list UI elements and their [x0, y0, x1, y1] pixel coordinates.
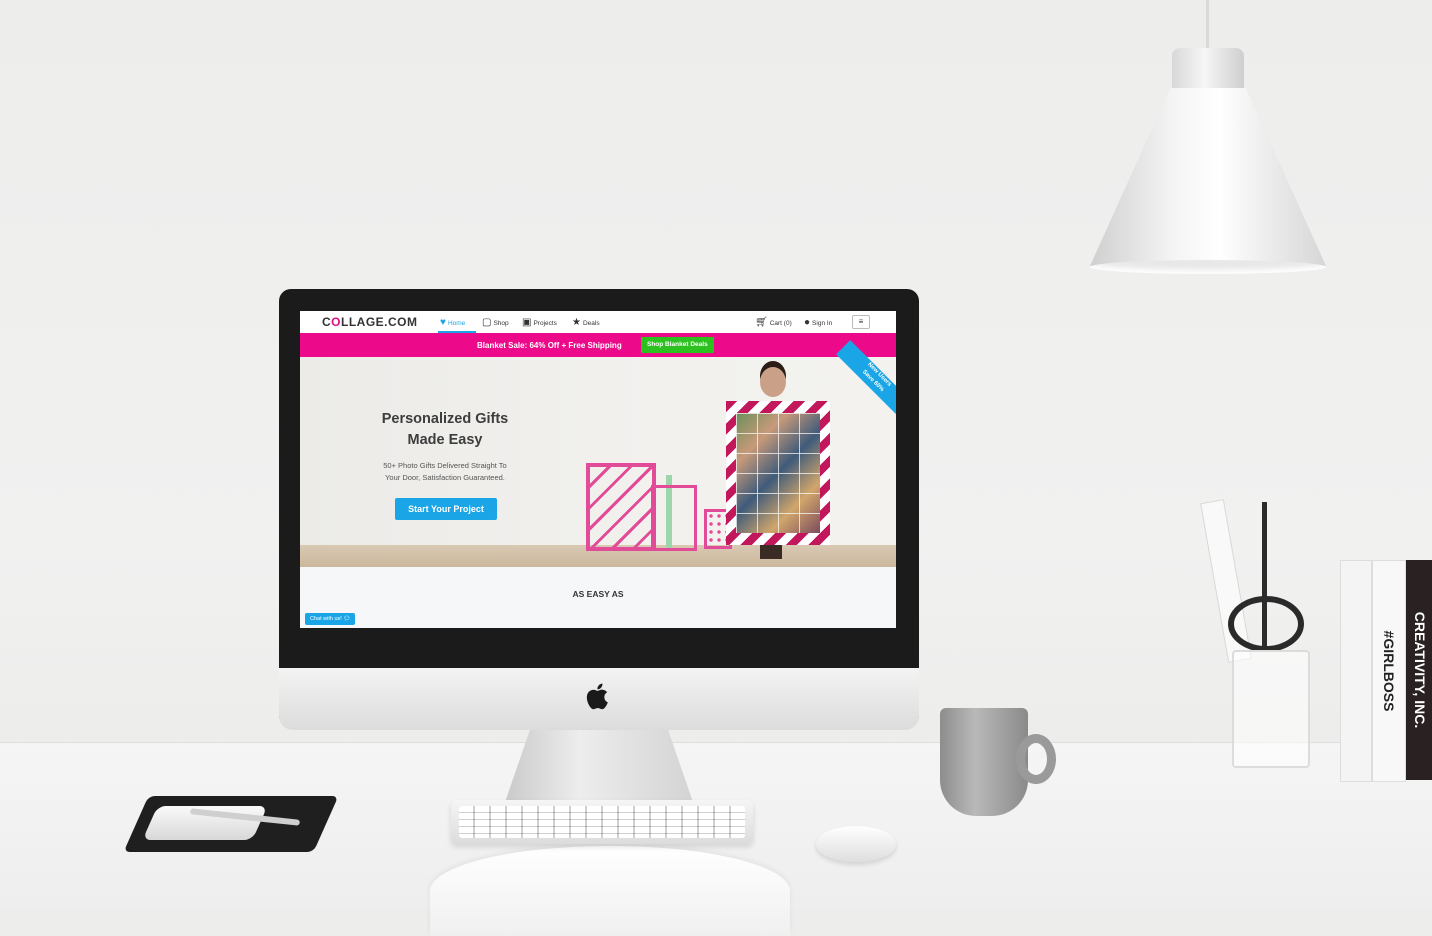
book-white: [1340, 560, 1372, 782]
section-title: AS EASY AS: [572, 589, 624, 599]
pen-holder-jar: [1232, 650, 1310, 768]
logo-highlight: O: [331, 315, 342, 329]
hero-title: Personalized Gifts Made Easy: [370, 409, 520, 451]
imac-stand: [503, 730, 695, 808]
book-girlboss: #GIRLBOSS: [1372, 560, 1406, 782]
coffee-mug: [940, 708, 1028, 816]
how-it-works-section: AS EASY AS: [300, 567, 896, 628]
star-icon: ★: [572, 317, 581, 328]
nav-deals[interactable]: ★ Deals: [572, 318, 600, 328]
book-title: CREATIVITY, INC.: [1412, 611, 1428, 729]
projects-icon: ▣: [522, 317, 532, 328]
logo-text: LLAGE.COM: [341, 315, 418, 329]
gift-box-striped: [586, 463, 656, 551]
gift-box-tall: [651, 485, 697, 551]
top-navigation: COLLAGE.COM ♥ Home ▢ Shop ▣ Projects ★ D…: [300, 311, 896, 333]
nav-label: Deals: [582, 319, 600, 327]
heart-icon: ♥: [440, 317, 446, 328]
browser-screen: COLLAGE.COM ♥ Home ▢ Shop ▣ Projects ★ D…: [300, 311, 896, 628]
chat-button[interactable]: Chat with us! 💬︎: [305, 613, 356, 625]
shop-blanket-deals-button[interactable]: Shop Blanket Deals: [641, 337, 714, 353]
user-icon: ●: [804, 317, 811, 328]
child-legs: [760, 545, 782, 559]
nav-projects[interactable]: ▣ Projects: [522, 318, 557, 328]
chat-label: Chat with us!: [310, 616, 342, 622]
hero-subtitle-line: Your Door, Satisfaction Guaranteed.: [385, 473, 505, 482]
book-creativity-inc: CREATIVITY, INC.: [1406, 560, 1432, 780]
mug-handle: [1016, 734, 1056, 784]
promo-text: Blanket Sale: 64% Off + Free Shipping: [477, 341, 622, 350]
scissors: [1228, 596, 1304, 652]
shop-icon: ▢: [482, 317, 492, 328]
keyboard: [451, 800, 753, 844]
hero-title-line: Personalized Gifts: [381, 411, 509, 427]
cart-label: Cart (0): [769, 319, 792, 327]
sign-in-label: Sign In: [812, 319, 833, 327]
nav-shop[interactable]: ▢ Shop: [482, 318, 509, 328]
chair-back: [430, 846, 790, 936]
lamp-cord: [1206, 0, 1209, 52]
nav-label: Shop: [493, 319, 509, 327]
child-photo: [760, 367, 786, 397]
lamp-rim: [1090, 260, 1326, 274]
pendant-lamp: [1090, 88, 1326, 266]
hamburger-menu-button[interactable]: ≡: [852, 315, 870, 329]
hamburger-icon: ≡: [858, 317, 864, 326]
start-your-project-button[interactable]: Start Your Project: [395, 498, 497, 520]
hero-section: Personalized Gifts Made Easy 50+ Photo G…: [300, 340, 896, 567]
apple-logo-icon: [586, 683, 608, 710]
hero-title-line: Made Easy: [407, 432, 483, 448]
cart-icon: 🛒︎: [755, 317, 768, 328]
hero-subtitle: 50+ Photo Gifts Delivered Straight To Yo…: [360, 460, 530, 484]
nav-home[interactable]: ♥ Home: [440, 318, 465, 328]
logo-text: C: [322, 315, 332, 329]
magic-mouse: [816, 826, 896, 862]
nav-label: Home: [447, 319, 466, 327]
promo-banner: Blanket Sale: 64% Off + Free Shipping Sh…: [300, 333, 896, 357]
photo-collage: [736, 413, 820, 533]
chat-bubble-icon: 💬︎: [343, 616, 351, 622]
nav-label: Projects: [533, 319, 557, 327]
book-title: #GIRLBOSS: [1381, 630, 1397, 712]
lamp-cap: [1172, 48, 1244, 92]
sign-in-link[interactable]: ● Sign In: [804, 318, 832, 328]
site-logo[interactable]: COLLAGE.COM: [322, 315, 418, 329]
cart-link[interactable]: 🛒︎ Cart (0): [755, 318, 792, 328]
hero-subtitle-line: 50+ Photo Gifts Delivered Straight To: [383, 461, 507, 470]
